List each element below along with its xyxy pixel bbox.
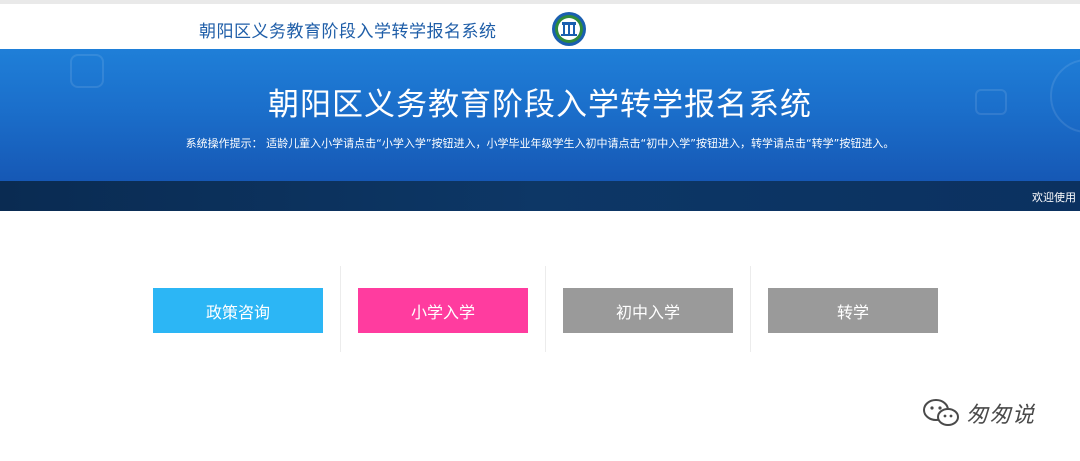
watermark: 匆匆说 <box>922 396 1035 430</box>
top-header: 朝阳区义务教育阶段入学转学报名系统 <box>0 4 1080 49</box>
menu-divider <box>750 266 751 352</box>
banner-title: 朝阳区义务教育阶段入学转学报名系统 <box>268 87 812 123</box>
middle-school-enroll-button[interactable]: 初中入学 <box>563 288 733 333</box>
banner: 朝阳区义务教育阶段入学转学报名系统 系统操作提示： 适龄儿童入小学请点击“小学入… <box>0 49 1080 181</box>
primary-school-enroll-button[interactable]: 小学入学 <box>358 288 528 333</box>
header-title: 朝阳区义务教育阶段入学转学报名系统 <box>199 22 497 42</box>
welcome-marquee: 欢迎使用 <box>1032 191 1076 204</box>
operation-hint: 系统操作提示： 适龄儿童入小学请点击“小学入学”按钮进入，小学毕业年级学生入初中… <box>185 137 895 150</box>
menu-divider <box>340 266 341 352</box>
watermark-text: 匆匆说 <box>966 403 1036 428</box>
school-logo-icon <box>552 12 586 46</box>
menu-divider <box>545 266 546 352</box>
transfer-button[interactable]: 转学 <box>768 288 938 333</box>
wechat-icon <box>923 399 959 426</box>
policy-consult-button[interactable]: 政策咨询 <box>153 288 323 333</box>
status-bar: 欢迎使用 <box>0 181 1080 211</box>
